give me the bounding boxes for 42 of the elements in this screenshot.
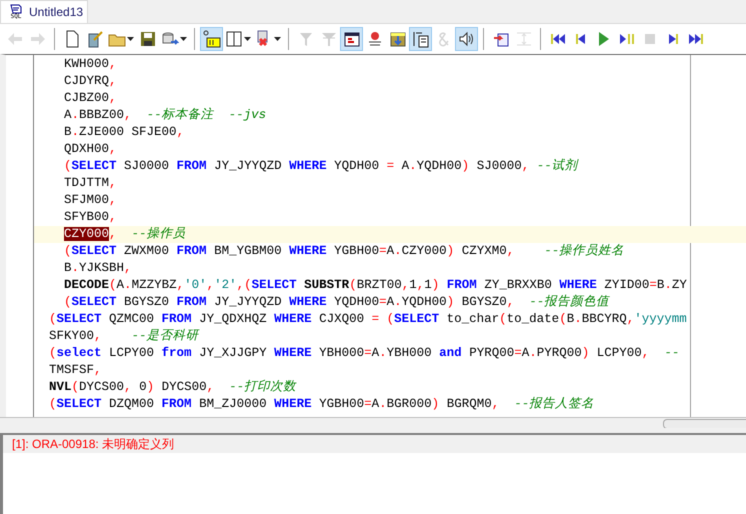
code-line: KWH000, (63, 56, 118, 73)
database-icon (161, 30, 179, 48)
code-line: QDXH00, (63, 141, 118, 158)
form-edit-button[interactable] (340, 26, 363, 50)
text-highlight-icon (202, 30, 220, 48)
caret-icon (127, 36, 134, 40)
caret-icon (180, 36, 187, 40)
code-line: (select LCPY00 from JY_XJJGPY WHERE YBH000=A.YBH000 and PYRQ00=A.PYRQ00) LCPY00, -- (48, 345, 680, 362)
document-list-button[interactable] (409, 26, 432, 50)
code-line: B.YJKSBH, (63, 260, 133, 277)
code-line: DECODE(A.MZZYBZ,'0','2',(SELECT SUBSTR(BRZT00,1,1) FROM ZY_BRXXB0 WHERE ZYID00=B.ZY (63, 277, 688, 294)
columns-icon (225, 30, 243, 48)
speaker-button[interactable] (455, 26, 478, 50)
caret-icon (244, 36, 251, 40)
download-box-icon (388, 30, 406, 48)
code-line: (SELECT BGYSZ0 FROM JY_JYYQZD WHERE YQDH00=A.YQDH00) BGYSZ0, --报告颜色值 (63, 294, 611, 311)
speaker-icon (458, 30, 476, 48)
tab-title: Untitled13 (29, 5, 84, 19)
code-line: TMSFSF, (48, 362, 103, 379)
code-line: SFJM00, (63, 192, 118, 209)
code-line: SFYB00, (63, 209, 118, 226)
code-line: CJBZ00, (63, 90, 118, 107)
code-line: (SELECT SJ0000 FROM JY_JYYQZD WHERE YQDH00 = A.YQDH00) SJ0000, --试剂 (63, 158, 580, 175)
error-message: [1]: ORA-00918: 未明确定义列 (3, 435, 746, 453)
form-edit-icon (342, 30, 360, 48)
code-line: (SELECT ZWXM00 FROM BM_YGBM00 WHERE YGBH00=A.CZY000) CZYXM0, --操作员姓名 (63, 243, 626, 260)
code-line: NVL(DYCS00, 0) DYCS00, --打印次数 (48, 379, 298, 396)
row-height-icon (514, 30, 532, 48)
code-line: B.ZJE000 SFJE00, (63, 124, 186, 141)
code-line: CJDYRQ, (63, 73, 118, 90)
caret-icon (274, 36, 281, 40)
play-icon (598, 32, 608, 46)
edit-document-icon (86, 30, 104, 48)
text-highlight-button[interactable] (200, 26, 223, 50)
code-line: A.BBBZ00, --标本备注 --jvs (63, 107, 268, 124)
document-list-icon (412, 30, 430, 48)
scrollbar-thumb[interactable] (663, 419, 746, 429)
code-line: (SELECT QZMC00 FROM JY_QDXHQZ WHERE CJXQ00 = (SELECT to_char(to_date(B.BBCYRQ,'yyyymm (48, 311, 688, 328)
code-line: (SELECT DZQM00 FROM BM_ZJ0000 WHERE YGBH00=A.BGR000) BGRQM0, --报告人签名 (48, 396, 596, 413)
code-line: SFKY00, --是否科研 (48, 328, 200, 345)
code-line: TDJTTM, (63, 175, 118, 192)
save-icon (138, 30, 156, 48)
